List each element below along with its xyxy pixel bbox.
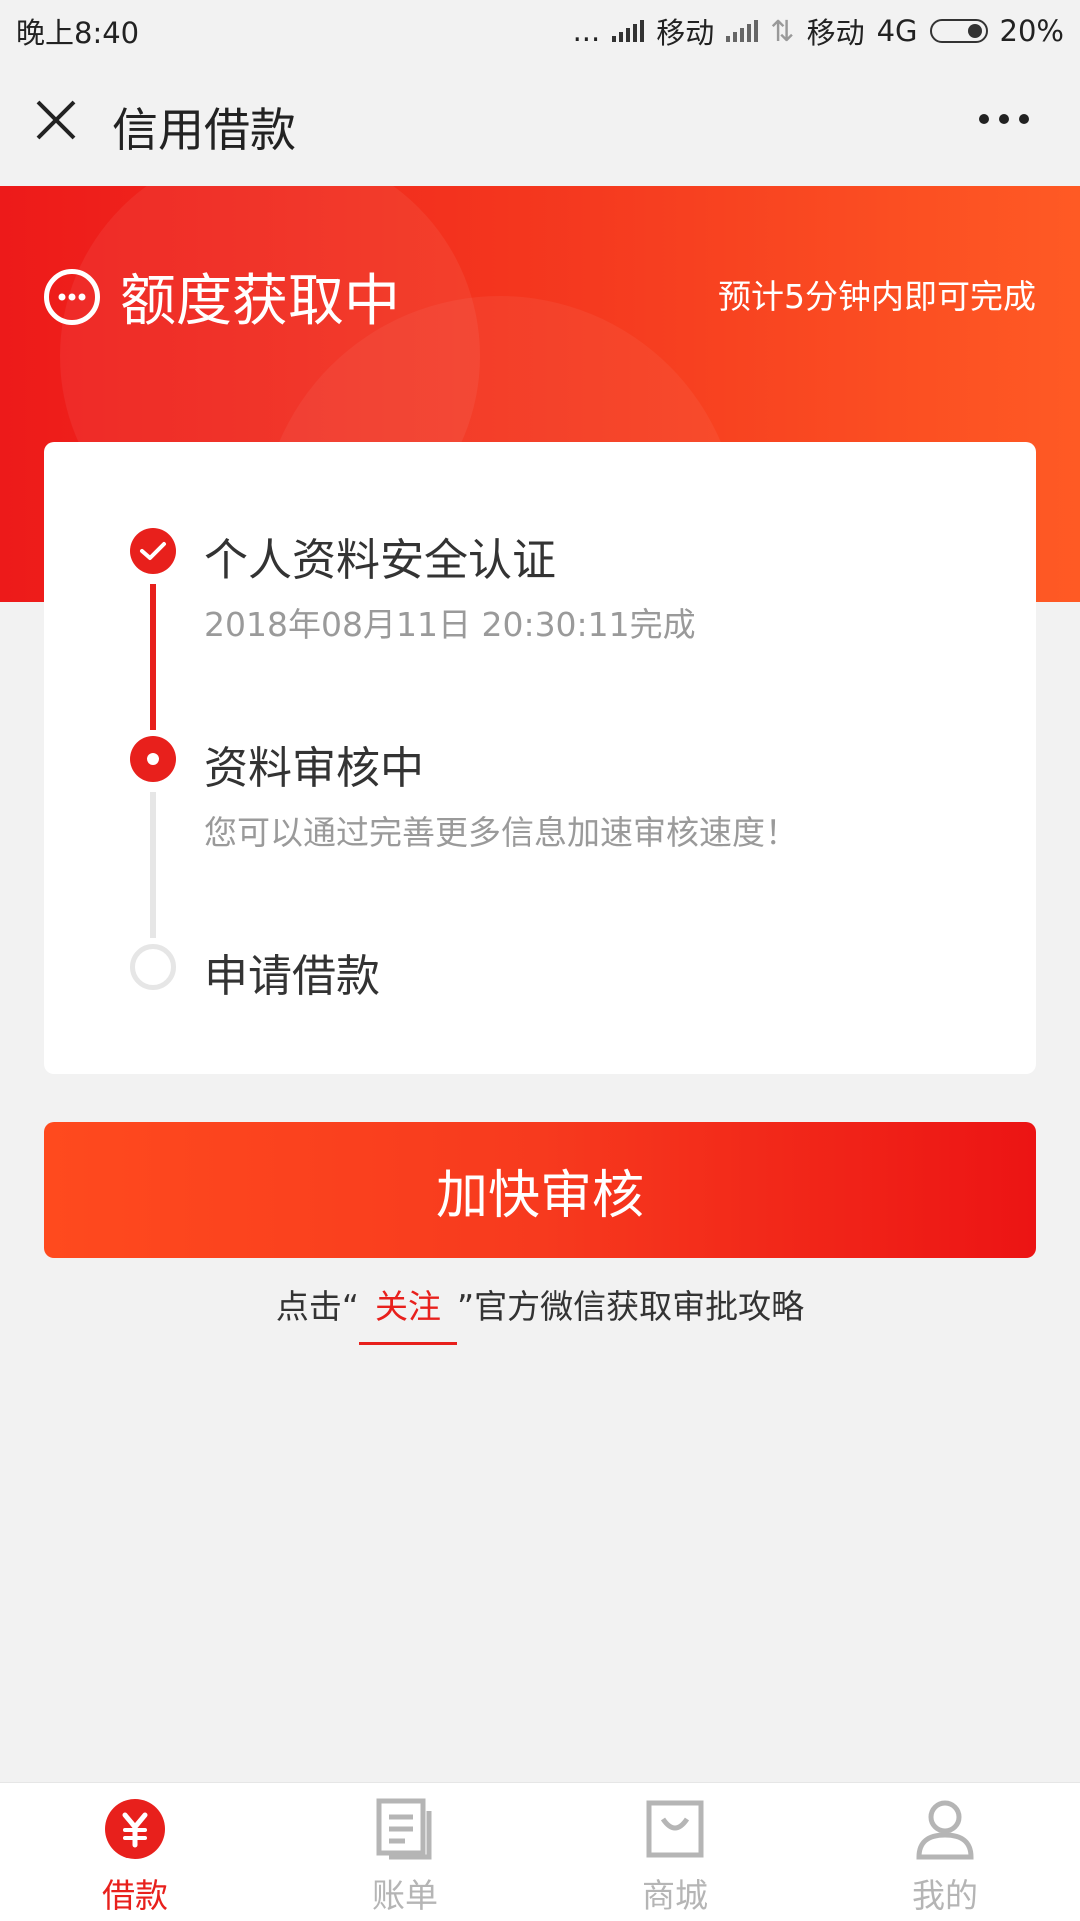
bill-icon: [376, 1798, 432, 1860]
signal-icon: [612, 20, 645, 42]
status-title: 额度获取中: [120, 269, 400, 334]
follow-hint: 点击“ 关注 ”官方微信获取审批攻略: [0, 1280, 1080, 1345]
battery-percent: 20%: [999, 14, 1064, 48]
follow-suffix: ”官方微信获取审批攻略: [457, 1287, 805, 1326]
carrier-1: 移动: [656, 16, 715, 50]
eta-text: 预计5分钟内即可完成: [718, 277, 1036, 316]
bottom-tab-bar: 借款 账单 商城 我的: [0, 1782, 1080, 1921]
network-type: 4G: [876, 14, 918, 48]
step-label: 申请借款: [204, 951, 380, 1002]
shopping-bag-icon: [646, 1800, 704, 1858]
step-line-pending: [150, 792, 156, 938]
tab-bill[interactable]: 账单: [270, 1783, 540, 1921]
tab-label: 我的: [912, 1876, 978, 1915]
user-icon: [916, 1800, 974, 1860]
more-dots-icon: [979, 114, 1029, 124]
battery-icon: [929, 19, 988, 43]
step-sub: 您可以通过完善更多信息加速审核速度！: [204, 813, 798, 852]
step-current-icon: [130, 736, 176, 782]
page-title: 信用借款: [112, 103, 296, 157]
tab-mine[interactable]: 我的: [810, 1783, 1080, 1921]
more-button[interactable]: [976, 104, 1032, 134]
step-sub: 2018年08月11日 20:30:11完成: [204, 605, 696, 644]
step-label: 个人资料安全认证: [204, 535, 556, 586]
tab-loan[interactable]: 借款: [0, 1783, 270, 1921]
status-right: ... 移动 ⇅ 移动 4G 20%: [573, 10, 1064, 52]
step-done-icon: [130, 528, 176, 574]
step-pending-icon: [130, 944, 176, 990]
close-icon: [36, 100, 76, 140]
app-header: 信用借款: [0, 56, 1080, 186]
status-bar: 晚上8:40 ... 移动 ⇅ 移动 4G 20%: [0, 0, 1080, 56]
progress-card: 个人资料安全认证 2018年08月11日 20:30:11完成 资料审核中 您可…: [44, 442, 1036, 1074]
follow-prefix: 点击“: [275, 1287, 359, 1326]
speed-up-review-button[interactable]: 加快审核: [44, 1122, 1036, 1258]
step-label: 资料审核中: [204, 743, 424, 794]
step-line-done: [150, 584, 156, 730]
signal-icon-2: [726, 20, 759, 42]
carrier-2: 移动: [806, 16, 865, 50]
tab-label: 商城: [642, 1876, 708, 1915]
tab-label: 借款: [102, 1876, 168, 1915]
yuan-icon: [105, 1799, 165, 1859]
follow-link[interactable]: 关注: [359, 1280, 457, 1345]
tab-mall[interactable]: 商城: [540, 1783, 810, 1921]
data-arrows-icon: ⇅: [770, 14, 795, 48]
status-heading: 额度获取中: [44, 256, 400, 337]
more-notifications-icon: ...: [572, 14, 601, 48]
close-button[interactable]: [32, 96, 80, 144]
status-time: 晚上8:40: [16, 16, 140, 50]
tab-label: 账单: [372, 1876, 438, 1915]
pending-icon: [44, 268, 100, 325]
